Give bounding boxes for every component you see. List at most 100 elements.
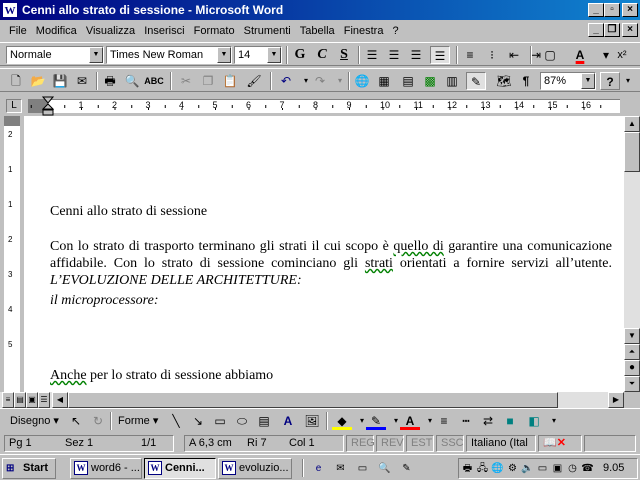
- tray-monitor-icon[interactable]: ▭: [536, 462, 549, 475]
- arrow-style-icon[interactable]: ⇄: [478, 412, 498, 430]
- 3d-icon[interactable]: ◧: [524, 412, 544, 430]
- undo-icon[interactable]: ↶: [276, 72, 296, 90]
- rectangle-icon[interactable]: ▭: [210, 412, 230, 430]
- line-icon[interactable]: ╲: [166, 412, 186, 430]
- previous-page-icon[interactable]: ⏶: [624, 344, 640, 360]
- menu-inserisci[interactable]: Inserisci: [141, 21, 187, 41]
- scroll-up-icon[interactable]: ▲: [624, 116, 640, 132]
- maximize-button[interactable]: ▫: [604, 3, 620, 17]
- menu-help[interactable]: ?: [390, 21, 402, 41]
- oval-icon[interactable]: ⬭: [232, 412, 252, 430]
- drawing-icon[interactable]: ✎: [466, 72, 486, 90]
- font-size-combo[interactable]: 14 ▼: [234, 46, 282, 64]
- font-color-icon[interactable]: A: [570, 46, 590, 64]
- help-icon[interactable]: ?: [600, 72, 620, 90]
- menu-visualizza[interactable]: Visualizza: [83, 21, 138, 41]
- chevron-down-icon[interactable]: ▼: [217, 47, 231, 63]
- internet-explorer-icon[interactable]: e: [312, 462, 325, 475]
- chevron-down-icon[interactable]: ▾: [330, 72, 350, 90]
- taskbar-evoluzione[interactable]: Wevoluzio...: [218, 458, 292, 479]
- free-rotate-icon[interactable]: ↻: [88, 412, 108, 430]
- doc-minimize-button[interactable]: _: [588, 23, 604, 37]
- style-combo[interactable]: Normale ▼: [6, 46, 104, 64]
- clipart-icon[interactable]: 🖼: [302, 412, 322, 430]
- outline-view-icon[interactable]: ☰: [38, 392, 50, 408]
- fill-color-icon[interactable]: ◆: [332, 412, 352, 430]
- select-objects-icon[interactable]: ↖: [66, 412, 86, 430]
- insert-table-icon[interactable]: ▤: [398, 72, 418, 90]
- taskbar-cenni[interactable]: W Cenni...: [144, 458, 216, 479]
- open-folder-icon[interactable]: 📂: [28, 72, 48, 90]
- menu-finestra[interactable]: Finestra: [341, 21, 387, 41]
- border-icon[interactable]: ▢: [540, 46, 560, 64]
- chevron-down-icon[interactable]: ▾: [544, 412, 564, 430]
- hyperlink-icon[interactable]: 🌐: [352, 72, 372, 90]
- arrow-icon[interactable]: ↘: [188, 412, 208, 430]
- desktop-icon[interactable]: ▭: [356, 462, 369, 475]
- show-hide-icon[interactable]: ¶: [516, 72, 536, 90]
- tray-scheduler-icon[interactable]: ◷: [566, 462, 579, 475]
- format-painter-icon[interactable]: 🖌: [244, 72, 264, 90]
- align-left-icon[interactable]: ☰: [362, 46, 382, 64]
- next-page-icon[interactable]: ⏷: [624, 376, 640, 392]
- hscroll-thumb[interactable]: [68, 392, 558, 408]
- scroll-thumb[interactable]: [624, 132, 640, 172]
- tray-network-icon[interactable]: 🖧: [476, 462, 489, 475]
- print-preview-icon[interactable]: 🔍: [122, 72, 142, 90]
- outlook-icon[interactable]: ✉: [334, 462, 347, 475]
- menu-formato[interactable]: Formato: [191, 21, 238, 41]
- vertical-scrollbar[interactable]: ▲ ▼ ⏶ ● ⏷: [624, 116, 640, 392]
- close-button[interactable]: ×: [622, 3, 638, 17]
- tray-clock[interactable]: 9.05: [603, 462, 624, 475]
- decrease-indent-icon[interactable]: ⇤: [504, 46, 524, 64]
- horizontal-ruler[interactable]: L 1 2 3 4 5 6 7 8 9 10 11 12 13 14 15 16: [0, 96, 640, 116]
- tables-borders-icon[interactable]: ▦: [374, 72, 394, 90]
- bold-button[interactable]: G: [290, 46, 310, 64]
- paste-icon[interactable]: 📋: [220, 72, 240, 90]
- tray-modem-icon[interactable]: ☎: [581, 462, 594, 475]
- menu-strumenti[interactable]: Strumenti: [241, 21, 294, 41]
- redo-icon[interactable]: ↷: [310, 72, 330, 90]
- superscript-icon[interactable]: x²: [612, 46, 632, 64]
- menu-tabella[interactable]: Tabella: [297, 21, 338, 41]
- document-map-icon[interactable]: 🗺: [494, 72, 514, 90]
- title-bar[interactable]: W Cenni allo strato di sessione - Micros…: [0, 0, 640, 20]
- normal-view-icon[interactable]: ≡: [2, 392, 14, 408]
- page-layout-icon[interactable]: ▣: [26, 392, 38, 408]
- copy-icon[interactable]: ❐: [198, 72, 218, 90]
- minimize-button[interactable]: _: [588, 3, 604, 17]
- mail-icon[interactable]: ✉: [72, 72, 92, 90]
- scroll-right-icon[interactable]: ▶: [608, 392, 624, 408]
- document-page[interactable]: Cenni allo strato di sessione Con lo str…: [24, 116, 624, 392]
- line-color-icon[interactable]: ✎: [366, 412, 386, 430]
- tray-printer-icon[interactable]: 🖶: [461, 462, 474, 475]
- save-icon[interactable]: 💾: [50, 72, 70, 90]
- status-ext[interactable]: EST: [406, 435, 434, 452]
- status-rec[interactable]: REG: [346, 435, 375, 452]
- tray-volume-icon[interactable]: 🔈: [521, 462, 534, 475]
- taskbar-word6[interactable]: Wword6 - ...: [70, 458, 142, 479]
- italic-button[interactable]: C: [312, 46, 332, 64]
- spelling-status-icon[interactable]: 📖✕: [538, 435, 582, 452]
- word-app-icon[interactable]: W: [2, 2, 18, 18]
- menu-modifica[interactable]: Modifica: [33, 21, 80, 41]
- spellcheck-icon[interactable]: ABC: [144, 72, 164, 90]
- tray-antivirus-icon[interactable]: ⚙: [506, 462, 519, 475]
- underline-button[interactable]: S: [334, 46, 354, 64]
- scroll-down-icon[interactable]: ▼: [624, 328, 640, 344]
- shadow-icon[interactable]: ■: [500, 412, 520, 430]
- vertical-ruler[interactable]: 2 1 1 2 3 4 5: [0, 116, 24, 392]
- font-combo[interactable]: Times New Roman ▼: [106, 46, 232, 64]
- text-color-icon[interactable]: A: [400, 412, 420, 430]
- chevron-down-icon[interactable]: ▼: [267, 47, 281, 63]
- line-style-icon[interactable]: ≡: [434, 412, 454, 430]
- status-rev[interactable]: REV: [376, 435, 404, 452]
- scroll-left-icon[interactable]: ◀: [52, 392, 68, 408]
- chevron-down-icon[interactable]: ▼: [581, 73, 595, 89]
- zoom-combo[interactable]: 87% ▼: [540, 72, 596, 90]
- doc-close-button[interactable]: ×: [622, 23, 638, 37]
- doc-restore-button[interactable]: ❐: [604, 23, 620, 37]
- online-layout-icon[interactable]: ▤: [14, 392, 26, 408]
- justify-icon[interactable]: ☰: [430, 46, 450, 64]
- wordart-icon[interactable]: A: [278, 412, 298, 430]
